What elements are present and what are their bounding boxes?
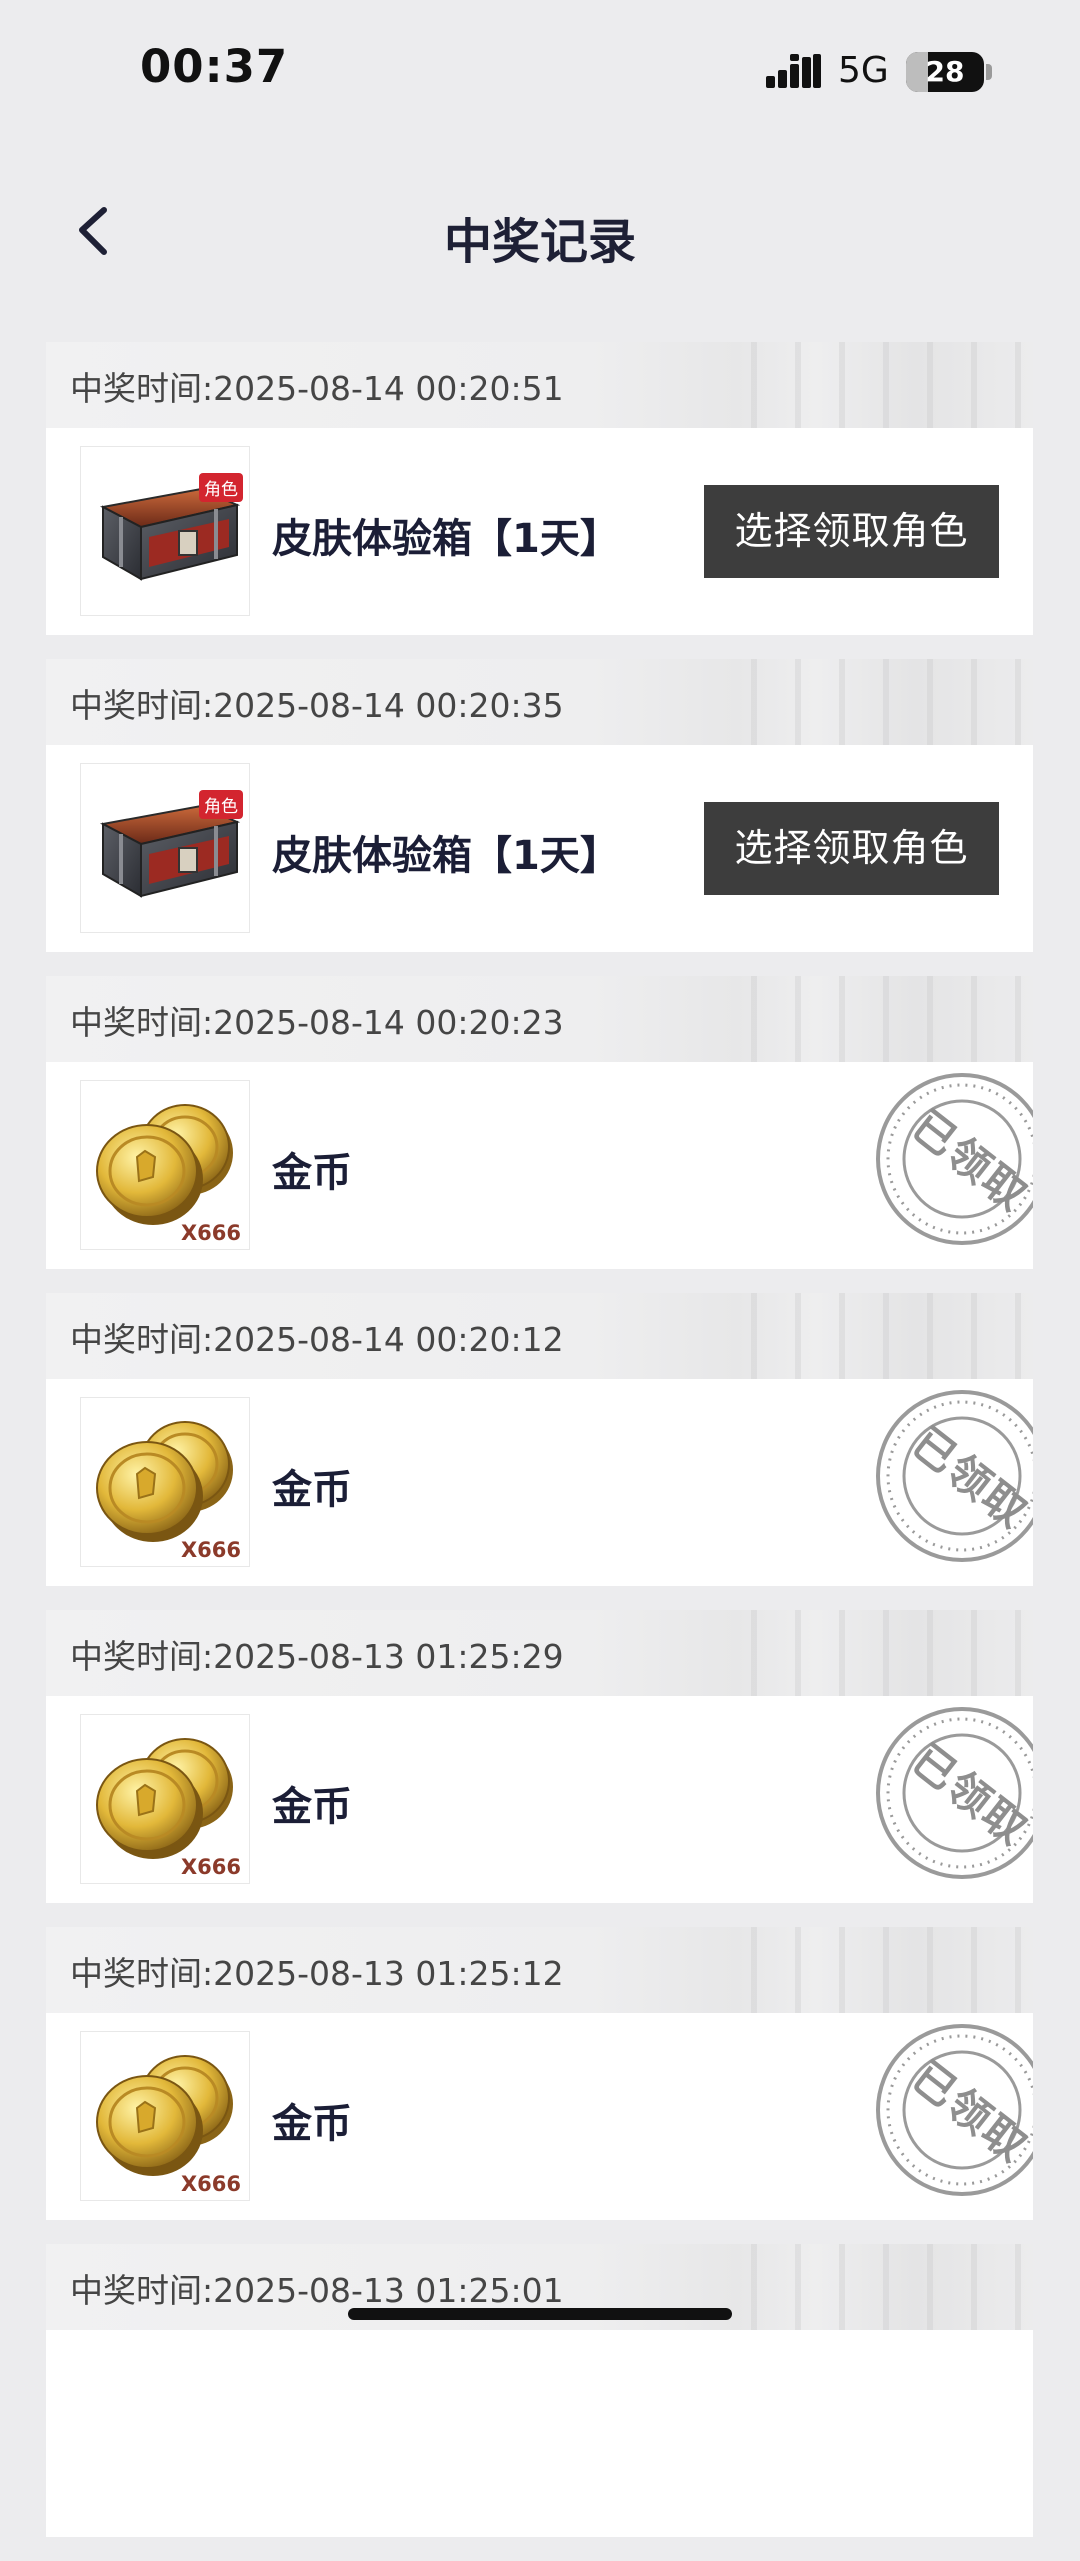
select-role-button[interactable]: 选择领取角色 [704, 485, 999, 578]
record-header: 中奖时间:2025-08-14 00:20:51 [46, 342, 1033, 428]
status-bar: 00:37 5G 28 [0, 0, 1080, 150]
signal-icon [766, 54, 821, 88]
record-header: 中奖时间:2025-08-13 01:25:12 [46, 1927, 1033, 2013]
record-time: 中奖时间:2025-08-14 00:20:35 [70, 686, 564, 725]
record-card: 中奖时间:2025-08-13 01:25:01 [46, 2244, 1033, 2537]
record-body: X666 金币 已领取 [46, 1379, 1033, 1586]
prize-quantity: X666 [180, 2172, 241, 2196]
battery-level: 28 [925, 55, 965, 88]
prize-thumbnail: X666 [80, 2031, 250, 2201]
record-time: 中奖时间:2025-08-13 01:25:29 [70, 1637, 564, 1676]
role-badge: 角色 [199, 790, 243, 819]
header: 中奖记录 [0, 170, 1080, 290]
prize-thumbnail: X666 [80, 1397, 250, 1567]
page-title: 中奖记录 [443, 214, 636, 270]
claimed-stamp: 已领取 [862, 1064, 1033, 1254]
prize-thumbnail: X666 [80, 1080, 250, 1250]
record-body: 角色 皮肤体验箱【1天】 选择领取角色 [46, 745, 1033, 952]
record-card: 中奖时间:2025-08-14 00:20:12 X666 金币 已领取 [46, 1293, 1033, 1586]
record-header: 中奖时间:2025-08-14 00:20:35 [46, 659, 1033, 745]
record-header: 中奖时间:2025-08-14 00:20:12 [46, 1293, 1033, 1379]
record-body: 角色 皮肤体验箱【1天】 选择领取角色 [46, 428, 1033, 635]
record-body: X666 金币 已领取 [46, 1062, 1033, 1269]
claimed-stamp: 已领取 [862, 2015, 1033, 2205]
prize-quantity: X666 [180, 1855, 241, 1879]
claimed-stamp: 已领取 [862, 1381, 1033, 1571]
prize-thumbnail: 角色 [80, 763, 250, 933]
prize-quantity: X666 [180, 1538, 241, 1562]
record-body: X666 金币 已领取 [46, 1696, 1033, 1903]
claimed-stamp: 已领取 [862, 1698, 1033, 1888]
record-card: 中奖时间:2025-08-13 01:25:12 X666 金币 已领取 [46, 1927, 1033, 2220]
prize-name: 皮肤体验箱【1天】 [272, 833, 620, 879]
record-header: 中奖时间:2025-08-13 01:25:29 [46, 1610, 1033, 1696]
status-time: 00:37 [140, 40, 289, 93]
record-time: 中奖时间:2025-08-14 00:20:12 [70, 1320, 564, 1359]
record-card: 中奖时间:2025-08-14 00:20:23 X666 金币 已领取 [46, 976, 1033, 1269]
prize-thumbnail: X666 [80, 1714, 250, 1884]
prize-name: 金币 [272, 2101, 352, 2147]
record-time: 中奖时间:2025-08-14 00:20:23 [70, 1003, 564, 1042]
record-list: 中奖时间:2025-08-14 00:20:51 角色 皮肤体验箱【1天】 选择… [46, 342, 1033, 2561]
role-badge: 角色 [199, 473, 243, 502]
battery-tip [986, 64, 992, 80]
prize-name: 金币 [272, 1784, 352, 1830]
prize-thumbnail: 角色 [80, 446, 250, 616]
network-type: 5G [838, 50, 889, 91]
record-time: 中奖时间:2025-08-13 01:25:01 [70, 2271, 564, 2310]
record-card: 中奖时间:2025-08-14 00:20:51 角色 皮肤体验箱【1天】 选择… [46, 342, 1033, 635]
record-card: 中奖时间:2025-08-13 01:25:29 X666 金币 已领取 [46, 1610, 1033, 1903]
battery-icon: 28 [906, 52, 984, 92]
prize-quantity: X666 [180, 1221, 241, 1245]
record-time: 中奖时间:2025-08-14 00:20:51 [70, 369, 564, 408]
prize-name: 皮肤体验箱【1天】 [272, 516, 620, 562]
prize-name: 金币 [272, 1150, 352, 1196]
record-header: 中奖时间:2025-08-14 00:20:23 [46, 976, 1033, 1062]
select-role-button[interactable]: 选择领取角色 [704, 802, 999, 895]
record-card: 中奖时间:2025-08-14 00:20:35 角色 皮肤体验箱【1天】 选择… [46, 659, 1033, 952]
prize-name: 金币 [272, 1467, 352, 1513]
record-body: X666 金币 已领取 [46, 2013, 1033, 2220]
record-time: 中奖时间:2025-08-13 01:25:12 [70, 1954, 564, 1993]
